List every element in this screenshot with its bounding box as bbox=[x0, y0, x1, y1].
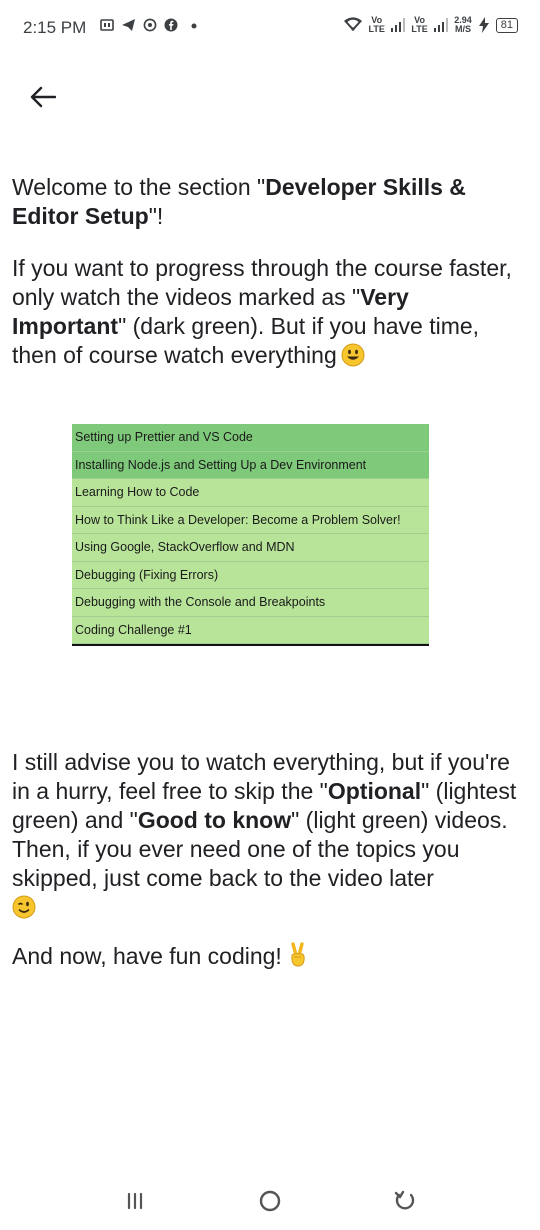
welcome-paragraph: Welcome to the section "Developer Skills… bbox=[12, 174, 466, 229]
closing-paragraph: And now, have fun coding! bbox=[12, 942, 522, 975]
good-to-know-label: Good to know bbox=[137, 807, 292, 833]
navigation-bar bbox=[0, 1170, 540, 1230]
back-button[interactable] bbox=[26, 80, 60, 114]
system-indicators: Vo LTE Vo LTE 2.94 M/S 81 bbox=[343, 16, 518, 34]
network-speed: 2.94 M/S bbox=[454, 15, 472, 34]
recent-apps-button[interactable] bbox=[118, 1186, 152, 1216]
wink-emoji-icon bbox=[12, 895, 36, 926]
charging-icon bbox=[478, 17, 489, 33]
status-time: 2:15 PM bbox=[23, 18, 87, 37]
home-button[interactable] bbox=[253, 1186, 287, 1216]
lecture-row: Debugging with the Console and Breakpoin… bbox=[72, 589, 429, 617]
smiley-emoji-icon bbox=[341, 343, 365, 374]
optional-label: Optional bbox=[327, 778, 422, 804]
whatsapp-icon bbox=[143, 18, 157, 32]
battery-indicator: 81 bbox=[495, 17, 518, 33]
victory-hand-emoji-icon bbox=[286, 942, 310, 975]
signal-1-icon bbox=[390, 18, 406, 32]
recent-apps-icon bbox=[127, 1192, 143, 1210]
progress-paragraph: If you want to progress through the cour… bbox=[12, 254, 522, 374]
lecture-row: How to Think Like a Developer: Become a … bbox=[72, 506, 429, 534]
status-bar: 2:15 PM Vo LTE Vo LTE 2.94 M/S 81 bbox=[0, 0, 540, 56]
lecture-row: Setting up Prettier and VS Code bbox=[72, 424, 429, 452]
home-icon bbox=[259, 1190, 281, 1212]
advise-paragraph: I still advise you to watch everything, … bbox=[12, 748, 532, 926]
lecture-row: Debugging (Fixing Errors) bbox=[72, 561, 429, 589]
network-1-label: Vo LTE bbox=[368, 15, 385, 34]
signal-2-icon bbox=[433, 18, 449, 32]
lecture-row: Coding Challenge #1 bbox=[72, 616, 429, 644]
dot-icon bbox=[191, 23, 197, 29]
lecture-row: Installing Node.js and Setting Up a Dev … bbox=[72, 451, 429, 479]
network-2-label: Vo LTE bbox=[411, 15, 428, 34]
back-icon bbox=[394, 1190, 415, 1210]
lecture-row: Using Google, StackOverflow and MDN bbox=[72, 534, 429, 562]
facebook-icon bbox=[164, 18, 178, 32]
telegram-icon bbox=[122, 19, 135, 31]
arrow-left-icon bbox=[30, 86, 56, 108]
wifi-icon bbox=[343, 17, 362, 31]
lecture-list-image: Setting up Prettier and VS Code Installi… bbox=[72, 424, 429, 646]
system-back-button[interactable] bbox=[388, 1186, 422, 1216]
notification-icons bbox=[100, 18, 199, 32]
sim-card-icon bbox=[100, 19, 114, 31]
lecture-row: Learning How to Code bbox=[72, 479, 429, 507]
